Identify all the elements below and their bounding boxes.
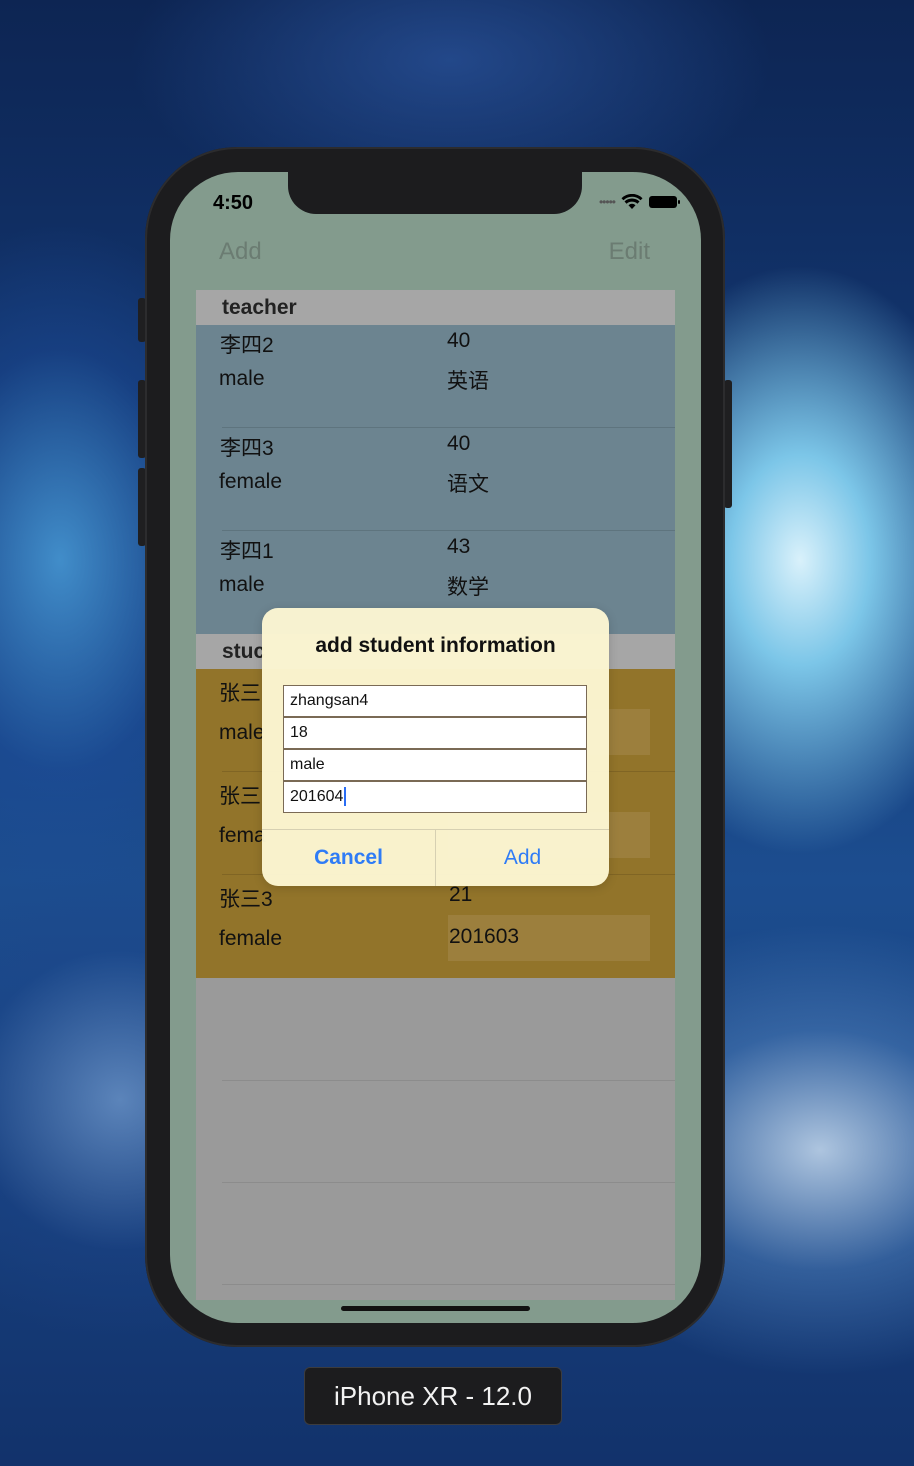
battery-icon (649, 196, 680, 208)
teacher-name: 李四3 (220, 437, 274, 460)
wifi-icon (621, 194, 643, 209)
teacher-subject: 数学 (447, 576, 489, 599)
student-name: 张三 (219, 682, 261, 705)
simulator-device-label: iPhone XR - 12.0 (304, 1367, 562, 1425)
status-time: 4:50 (213, 192, 254, 214)
student-name: 张三3 (219, 888, 273, 911)
teacher-age: 43 (447, 535, 471, 558)
student-age: 21 (449, 883, 473, 906)
status-icons: ••••• (598, 194, 680, 210)
student-gender: male (219, 721, 265, 744)
home-indicator[interactable] (341, 1306, 530, 1311)
section-header-teacher: teacher (196, 290, 675, 325)
teacher-gender: female (219, 470, 283, 493)
teacher-gender: male (219, 367, 265, 390)
edit-button[interactable]: Edit (609, 238, 650, 266)
teacher-subject: 英语 (447, 370, 489, 393)
teacher-age: 40 (447, 432, 471, 455)
student-gender: fema (219, 824, 266, 847)
alert-title: add student information (315, 634, 556, 657)
power-button (724, 380, 732, 508)
alert-add-button[interactable]: Add (436, 830, 609, 886)
student-number: 201603 (449, 925, 520, 948)
teacher-name: 李四2 (220, 334, 274, 357)
teacher-gender: male (219, 573, 265, 596)
student-name: 张三 (219, 785, 261, 808)
name-field[interactable]: zhangsan4 (283, 685, 587, 717)
age-field[interactable]: 18 (283, 717, 587, 749)
number-field-value: 201604 (290, 788, 344, 805)
empty-row-separator (222, 1182, 675, 1183)
number-field[interactable]: 201604 (283, 781, 587, 813)
table-row[interactable]: 李四2 40 male 英语 (196, 325, 675, 428)
signal-dots-icon: ••••• (598, 195, 616, 209)
add-student-alert: add student information zhangsan4 18 mal… (262, 608, 609, 886)
add-button[interactable]: Add (219, 238, 262, 266)
text-cursor (344, 787, 347, 807)
app-screen: 4:50 ••••• Add Edit teacher 李四2 40 male … (170, 172, 701, 1323)
empty-row-separator (222, 1284, 675, 1285)
teacher-name: 李四1 (220, 540, 274, 563)
table-row[interactable]: 张三3 21 female 201603 (196, 875, 675, 978)
table-row[interactable]: 李四3 40 female 语文 (196, 428, 675, 531)
teacher-subject: 语文 (447, 473, 489, 496)
student-gender: female (219, 927, 283, 950)
notch (288, 172, 582, 214)
teacher-age: 40 (447, 329, 471, 352)
empty-row-separator (222, 1080, 675, 1081)
gender-field[interactable]: male (283, 749, 587, 781)
cancel-button[interactable]: Cancel (262, 830, 435, 886)
